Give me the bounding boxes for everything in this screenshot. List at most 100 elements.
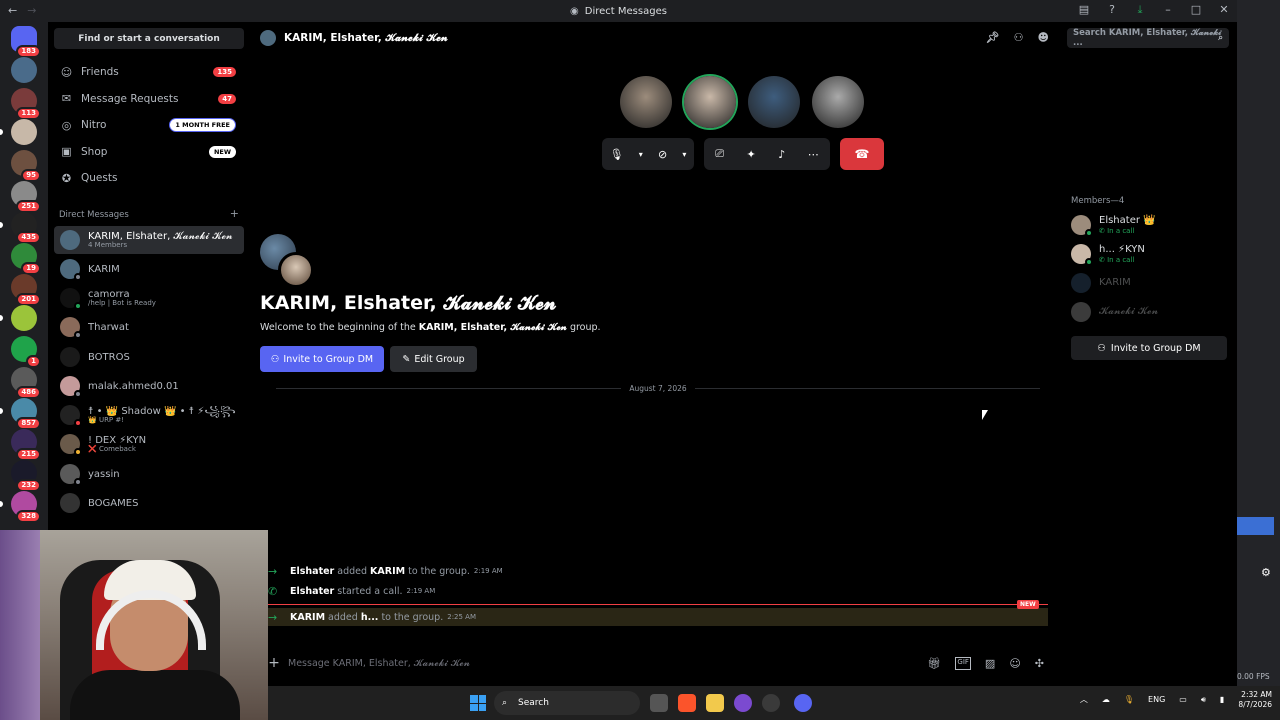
disconnect-button[interactable]: ☎︎ [840, 138, 884, 170]
status-indicator [74, 302, 82, 310]
dm-item[interactable]: ! DEX ⚡KYN ❌ Comeback [54, 430, 244, 458]
server-icon[interactable]: 435 [11, 212, 41, 244]
message-actor[interactable]: KARIM [290, 612, 325, 623]
maximize-button[interactable]: □ [1189, 3, 1203, 17]
gif-icon[interactable]: GIF [955, 656, 971, 670]
server-icon[interactable] [11, 119, 37, 145]
more-icon[interactable]: ⋯ [808, 148, 819, 161]
gift-icon[interactable]: 🎁︎ [927, 657, 941, 670]
inbox-icon[interactable]: ▤ [1077, 3, 1091, 17]
server-icon[interactable]: 201 [11, 274, 41, 306]
dm-item[interactable]: KARIM [54, 255, 244, 283]
message-target[interactable]: KARIM [370, 566, 405, 577]
close-button[interactable]: ✕ [1217, 3, 1231, 17]
sidebar-item-shop[interactable]: ▣ Shop NEW [54, 140, 244, 164]
server-icon[interactable]: 1 [11, 336, 41, 368]
microphone-icon[interactable]: 🎙︎ [610, 148, 624, 161]
dm-item[interactable]: BOGAMES [54, 489, 244, 517]
microphone-icon[interactable]: 🎙︎ [1124, 695, 1134, 704]
taskbar-search[interactable]: ⌕ Search [494, 691, 640, 715]
server-icon[interactable] [11, 305, 37, 331]
message-actor[interactable]: Elshater [290, 586, 334, 597]
server-icon[interactable]: 328 [11, 491, 41, 523]
member-item[interactable]: Elshater 👑 ✆ In a call [1071, 212, 1231, 238]
avatar [60, 288, 82, 310]
sidebar-item-quests[interactable]: ✪ Quests [54, 166, 244, 190]
dm-item[interactable]: Tharwat [54, 313, 244, 341]
call-participant-avatar[interactable] [684, 76, 736, 128]
dm-item[interactable]: camorra/help | Bot is Ready [54, 284, 244, 312]
call-participant-avatar[interactable] [812, 76, 864, 128]
apps-icon[interactable]: ✣ [1035, 657, 1044, 670]
edit-group-button[interactable]: ✎ Edit Group [390, 346, 477, 372]
member-invite-button[interactable]: ⚇ Invite to Group DM [1071, 336, 1227, 360]
help-icon[interactable]: ? [1105, 3, 1119, 17]
screen-share-icon[interactable]: ⎚ [715, 147, 724, 161]
back-icon[interactable]: ← [8, 4, 17, 17]
avatar [60, 259, 82, 281]
background-app-edge: ⚙ 0.00 FPS [1237, 0, 1280, 686]
dm-item[interactable]: KARIM, Elshater, 𝓚𝓪𝓷𝓮𝓴𝓲 𝓚𝓮𝓷 4 Members [54, 226, 244, 254]
sticker-icon[interactable]: ▨ [985, 657, 995, 670]
invite-button-label: Invite to Group DM [283, 353, 374, 365]
activities-icon[interactable]: ✦ [747, 148, 756, 161]
dm-item[interactable]: yassin [54, 460, 244, 488]
emoji-icon[interactable]: ☺ [1009, 657, 1020, 670]
chevron-up-icon[interactable]: ︿ [1080, 694, 1088, 705]
server-icon[interactable]: 113 [11, 88, 41, 120]
member-item[interactable]: h... ⚡KYN ✆ In a call [1071, 241, 1231, 267]
server-icon[interactable]: 857 [11, 398, 41, 430]
forward-icon[interactable]: → [27, 4, 36, 17]
minimize-button[interactable]: – [1161, 3, 1175, 17]
server-icon[interactable]: 232 [11, 460, 41, 492]
message-action: added [334, 565, 371, 577]
app-icon[interactable] [762, 694, 780, 712]
message-composer[interactable]: + Message KARIM, Elshater, 𝓚𝓪𝓷𝓮𝓴𝓲 𝓚𝓮𝓷 🎁︎… [260, 648, 1050, 678]
app-icon[interactable] [734, 694, 752, 712]
pin-icon[interactable]: 📌︎ [986, 31, 1000, 44]
task-view-icon[interactable] [650, 694, 668, 712]
message-target[interactable]: h... [361, 612, 379, 623]
dm-item[interactable]: BOTROS [54, 343, 244, 371]
soundboard-icon[interactable]: ♪ [778, 148, 785, 161]
sidebar-item-friends[interactable]: ☺ Friends 135 [54, 60, 244, 84]
sidebar-item-message-requests[interactable]: ✉ Message Requests 47 [54, 87, 244, 111]
server-icon[interactable]: 486 [11, 367, 41, 399]
clock[interactable]: 2:32 AM 8/7/2026 [1238, 690, 1272, 710]
brave-icon[interactable] [678, 694, 696, 712]
add-member-icon[interactable]: ⚇ [1014, 31, 1024, 44]
call-participant-avatar[interactable] [748, 76, 800, 128]
invite-to-group-button[interactable]: ⚇ Invite to Group DM [260, 346, 384, 372]
chat-search-input[interactable]: Search KARIM, Elshater, 𝓚𝓪𝓷𝓮𝓴𝓲 ... ⌕ [1067, 28, 1229, 48]
server-icon[interactable]: 251 [11, 181, 41, 213]
camera-off-icon[interactable]: ⊘ [658, 148, 667, 161]
member-item[interactable]: KARIM [1071, 270, 1231, 296]
volume-icon[interactable]: 🔊︎ [1201, 695, 1206, 705]
dm-item[interactable]: malak.ahmed0.01 [54, 372, 244, 400]
server-icon[interactable] [11, 57, 37, 83]
server-icon[interactable]: 95 [11, 150, 41, 182]
sidebar-item-nitro[interactable]: ◎ Nitro 1 MONTH FREE [54, 113, 244, 137]
find-conversation-button[interactable]: Find or start a conversation [54, 28, 244, 49]
onedrive-icon[interactable]: ☁ [1102, 695, 1110, 704]
battery-icon[interactable]: ▮ [1220, 695, 1224, 704]
language-indicator[interactable]: ENG [1148, 695, 1165, 704]
message-actor[interactable]: Elshater [290, 566, 334, 577]
server-icon[interactable]: 215 [11, 429, 41, 461]
chevron-down-icon[interactable]: ▾ [639, 150, 643, 159]
download-icon[interactable]: ⤓ [1133, 3, 1147, 17]
member-item[interactable]: 𝓚𝓪𝓷𝓮𝓴𝓲 𝓚𝓮𝓷 [1071, 299, 1231, 325]
server-icon[interactable]: 19 [11, 243, 41, 275]
server-icon[interactable]: 183 [11, 26, 41, 58]
windows-start-icon[interactable] [470, 695, 486, 711]
member-list-icon[interactable]: ☻ [1038, 31, 1049, 44]
server-badge: 113 [16, 107, 41, 120]
gear-icon[interactable]: ⚙ [1261, 566, 1271, 579]
file-explorer-icon[interactable] [706, 694, 724, 712]
add-dm-icon[interactable]: + [230, 208, 239, 220]
discord-taskbar-icon[interactable] [794, 694, 812, 712]
chevron-down-icon[interactable]: ▾ [682, 150, 686, 159]
call-participant-avatar[interactable] [620, 76, 672, 128]
dm-item[interactable]: ☨ • 👑 Shadow 👑 • ☨ ⚡꧁꧂ 👑 URP #! [54, 401, 244, 429]
network-icon[interactable]: ▭ [1179, 695, 1187, 704]
